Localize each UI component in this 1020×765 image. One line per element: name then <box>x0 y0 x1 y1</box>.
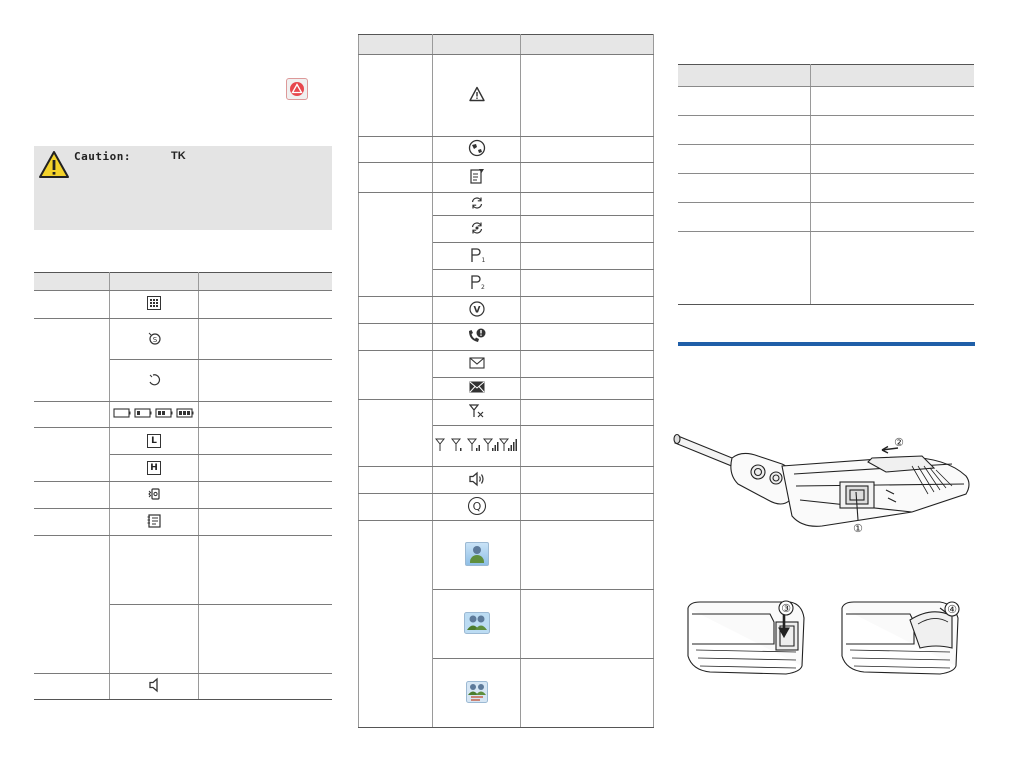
power-low-icon: L <box>147 434 161 448</box>
notebook-icon <box>147 513 161 528</box>
svg-text:Q: Q <box>472 500 481 513</box>
status-icon-table-left: S L H <box>34 272 332 700</box>
group-call-icon <box>463 611 490 634</box>
table-row <box>34 508 332 536</box>
battery-insert-figure-3: ③ <box>687 600 805 675</box>
battery-close-figure-4: ④ <box>841 601 960 675</box>
scan-icon: S <box>148 332 161 345</box>
section-rule <box>678 342 975 346</box>
table-row <box>358 54 654 137</box>
table-row <box>358 399 654 467</box>
emergency-call-icon <box>468 328 485 342</box>
table-row: S <box>34 318 332 402</box>
caution-triangle-icon <box>39 151 69 178</box>
table-row <box>358 350 654 400</box>
warning-alarm-icon <box>286 78 308 100</box>
table-row <box>358 520 654 728</box>
radio-battery-cover-figure: ② ① <box>673 433 970 535</box>
speaker-icon <box>149 677 158 693</box>
quick-icon: Q <box>467 496 486 515</box>
battery-level-icons <box>113 408 194 418</box>
status-icon-table-middle: 1 2 V Q <box>358 34 654 728</box>
svg-text:④: ④ <box>947 603 957 616</box>
svg-text:V: V <box>473 305 480 315</box>
table-row <box>34 535 332 674</box>
private-call-icon <box>464 541 489 566</box>
signal-document-icon <box>469 169 484 184</box>
profile-2-icon: 2 <box>470 274 485 291</box>
table-row <box>34 481 332 509</box>
table-row <box>34 673 332 700</box>
table-row: V <box>358 296 654 324</box>
table-row <box>358 192 654 297</box>
globe-icon <box>468 139 485 157</box>
spec-table <box>678 64 974 305</box>
table-row <box>678 144 974 174</box>
table-row <box>34 401 332 428</box>
table-header-row <box>358 34 654 55</box>
table-row <box>358 136 654 163</box>
speaker-on-icon <box>468 471 484 486</box>
table-row <box>678 202 974 232</box>
svg-text:②: ② <box>894 436 904 449</box>
svg-text:2: 2 <box>481 284 485 290</box>
svg-text:1: 1 <box>481 257 485 263</box>
profile-1-icon: 1 <box>470 247 485 264</box>
caution-brand: TK <box>171 150 186 162</box>
signal-strength-icons <box>434 438 517 451</box>
sync-dot-icon <box>471 221 482 234</box>
table-row <box>358 162 654 193</box>
message-full-icon <box>469 381 484 393</box>
table-row <box>34 290 332 319</box>
table-header-row <box>34 272 332 291</box>
alert-triangle-icon <box>468 86 485 102</box>
table-row <box>678 115 974 145</box>
no-signal-icon <box>468 404 483 418</box>
caution-box: Caution: TK <box>34 146 332 230</box>
svg-text:①: ① <box>853 522 863 535</box>
table-row: L <box>34 427 332 482</box>
caution-label: Caution: <box>74 150 131 163</box>
table-row <box>358 466 654 494</box>
table-row <box>678 86 974 116</box>
table-row: Q <box>358 493 654 521</box>
power-high-icon: H <box>147 461 161 475</box>
all-call-icon <box>465 680 488 703</box>
table-row <box>678 231 974 305</box>
message-unread-icon <box>468 356 485 369</box>
keypad-icon <box>147 296 161 310</box>
rotate-icon <box>149 374 161 386</box>
vibrate-icon <box>148 487 160 500</box>
table-header-row <box>678 64 974 87</box>
table-row <box>678 173 974 203</box>
table-row <box>358 323 654 351</box>
vox-icon: V <box>468 300 485 317</box>
sync-icon <box>471 196 482 209</box>
svg-text:S: S <box>153 336 158 344</box>
svg-text:③: ③ <box>781 602 791 615</box>
